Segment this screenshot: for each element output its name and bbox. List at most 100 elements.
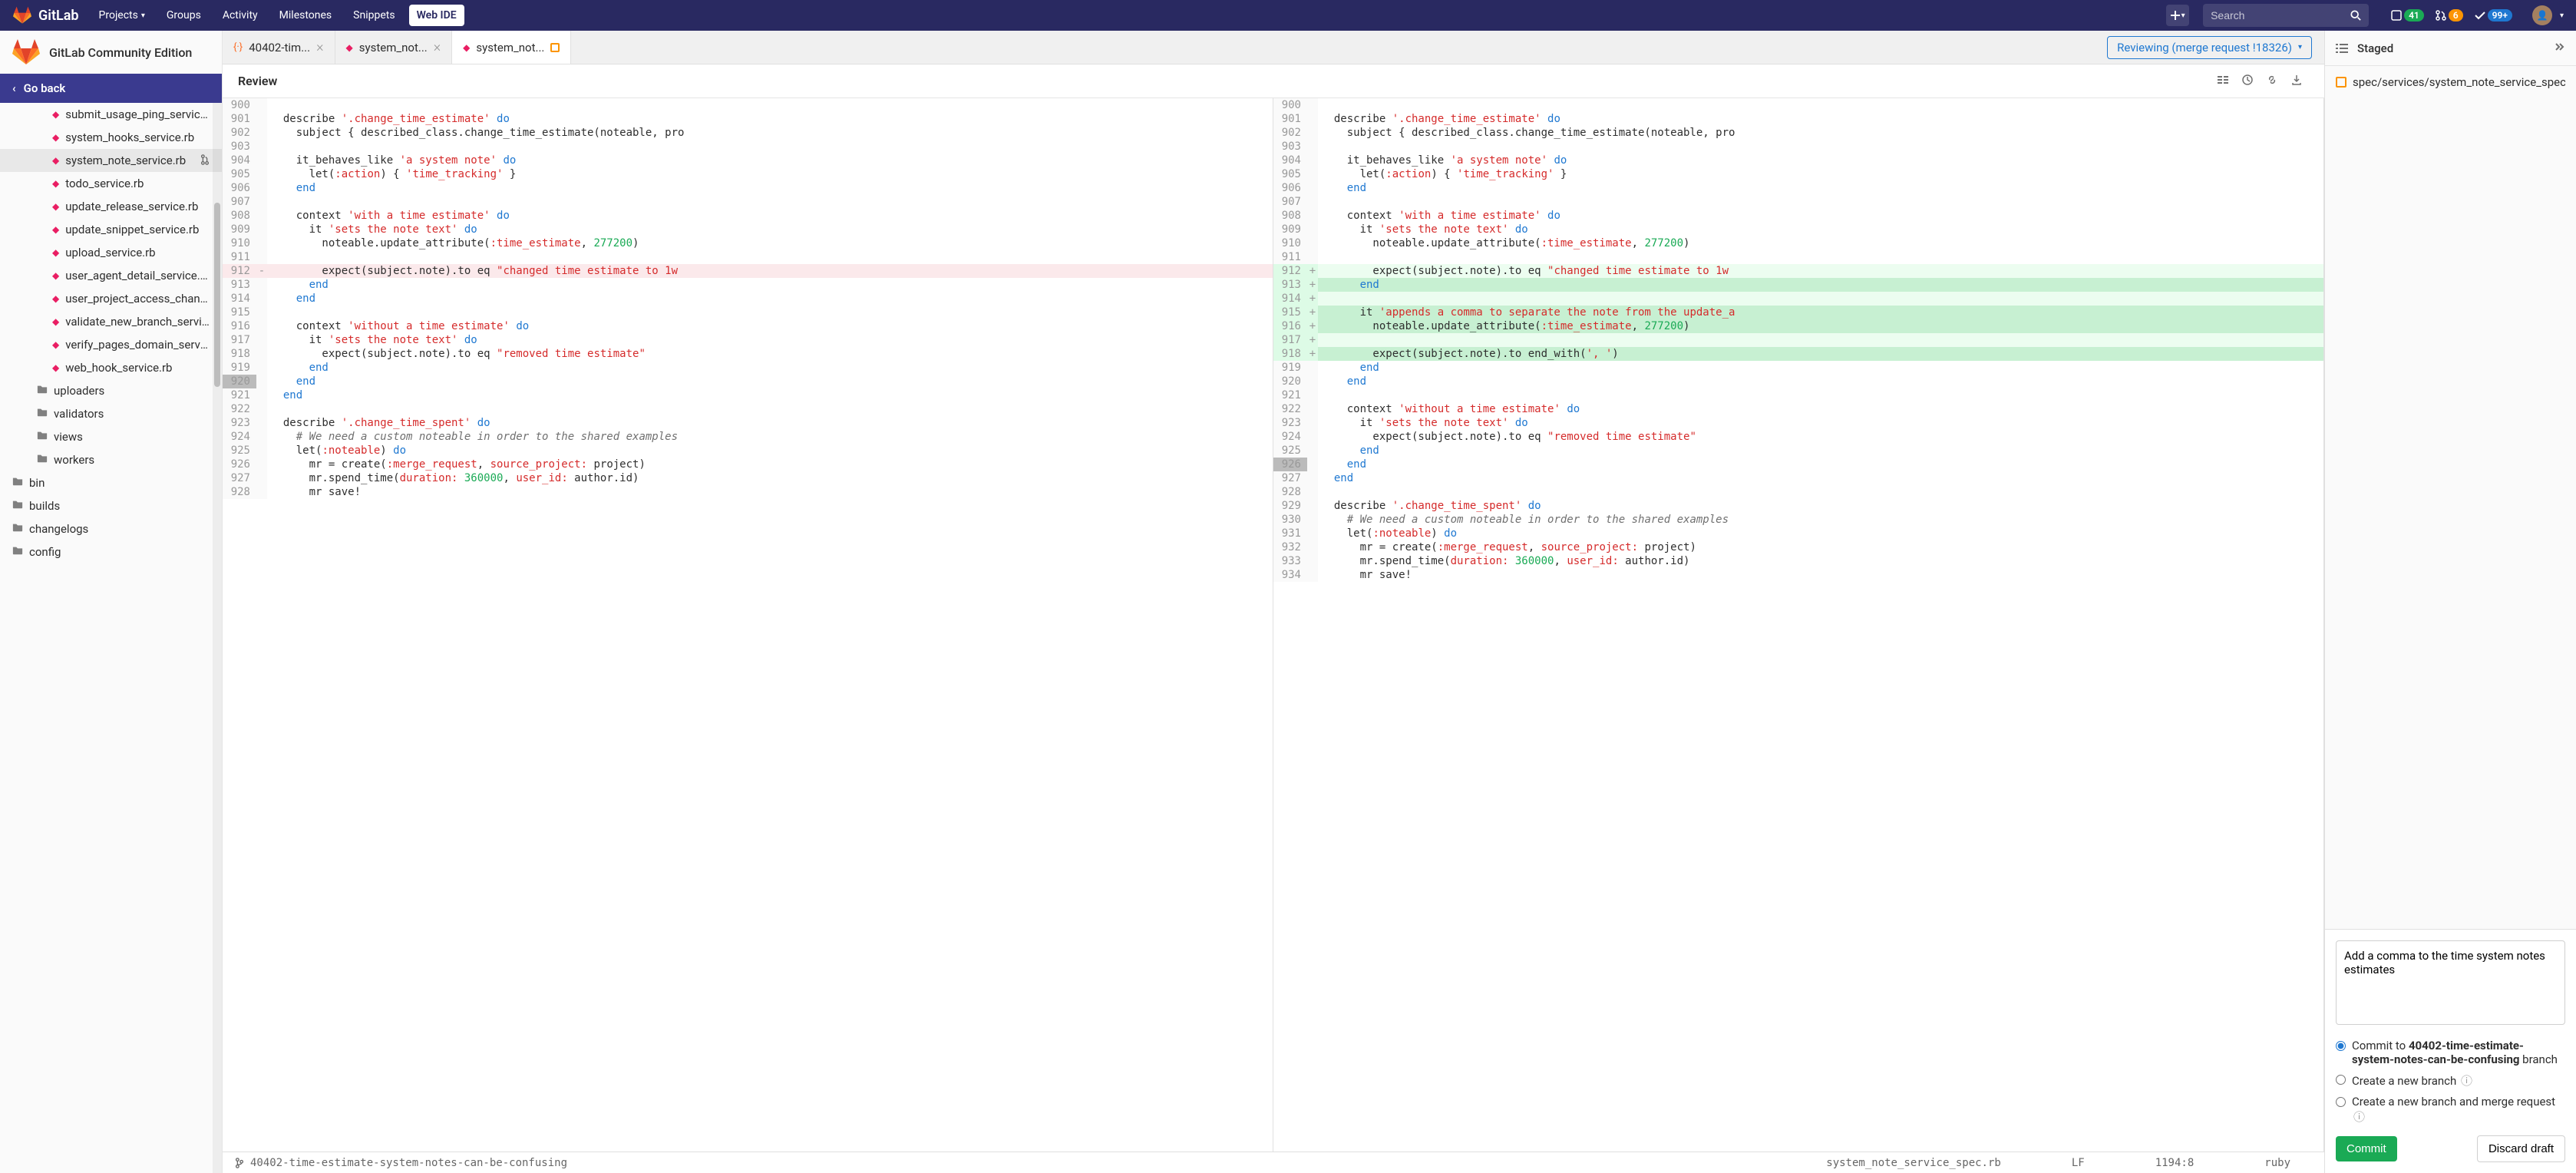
- history-icon[interactable]: [2235, 74, 2260, 89]
- nav-milestones[interactable]: Milestones: [272, 3, 340, 28]
- diff-line: 905 let(:action) { 'time_tracking' }: [1273, 167, 2323, 181]
- nav-snippets[interactable]: Snippets: [345, 3, 402, 28]
- diff-line: 918 expect(subject.note).to eq "removed …: [223, 347, 1273, 361]
- file-tree-item[interactable]: ◆web_hook_service.rb: [0, 356, 222, 379]
- file-tree-item[interactable]: bin: [0, 471, 222, 494]
- file-tree-item[interactable]: builds: [0, 494, 222, 517]
- diff-line: 927 mr.spend_time(duration: 360000, user…: [223, 471, 1273, 485]
- diff-view: 900901 describe '.change_time_estimate' …: [223, 98, 2324, 1152]
- diff-line: 909 it 'sets the note text' do: [223, 223, 1273, 236]
- download-icon[interactable]: [2284, 74, 2309, 89]
- sidebar: GitLab Community Edition ‹ Go back ◆subm…: [0, 31, 223, 1173]
- project-logo-icon: [12, 38, 40, 66]
- diff-line: 909 it 'sets the note text' do: [1273, 223, 2323, 236]
- diff-line: 901 describe '.change_time_estimate' do: [1273, 112, 2323, 126]
- staged-file-row[interactable]: spec/services/system_note_service_spec.r…: [2336, 75, 2565, 89]
- file-tree-item[interactable]: config: [0, 540, 222, 563]
- collapse-panel-icon[interactable]: [2553, 41, 2565, 56]
- file-tree-item[interactable]: ◆validate_new_branch_servic...: [0, 310, 222, 333]
- diff-line: 925 let(:noteable) do: [223, 444, 1273, 458]
- nav-groups[interactable]: Groups: [159, 3, 209, 28]
- diff-line: 917 it 'sets the note text' do: [223, 333, 1273, 347]
- search-icon: [2350, 10, 2361, 21]
- radio-commit-to-branch[interactable]: Commit to 40402-time-estimate-system-not…: [2336, 1039, 2565, 1066]
- commit-button[interactable]: Commit: [2336, 1136, 2397, 1161]
- diff-line: 921: [1273, 388, 2323, 402]
- diff-right[interactable]: 900901 describe '.change_time_estimate' …: [1273, 98, 2324, 1152]
- tree-scrollbar[interactable]: [213, 103, 222, 1173]
- file-tree-item[interactable]: ◆system_note_service.rb: [0, 149, 222, 172]
- commit-area: Commit to 40402-time-estimate-system-not…: [2325, 929, 2576, 1173]
- file-tree-item[interactable]: validators: [0, 402, 222, 425]
- diff-line: 906 end: [223, 181, 1273, 195]
- tree-toggle-icon[interactable]: [2211, 74, 2235, 89]
- file-tree-item[interactable]: ◆update_release_service.rb: [0, 195, 222, 218]
- ruby-icon: ◆: [463, 42, 470, 53]
- diff-line: 929 describe '.change_time_spent' do: [1273, 499, 2323, 513]
- file-tree-item[interactable]: ◆user_agent_detail_service.rb: [0, 264, 222, 287]
- commit-message-input[interactable]: [2336, 940, 2565, 1025]
- brand-label: GitLab: [38, 8, 79, 24]
- mrs-badge[interactable]: 6: [2430, 6, 2468, 25]
- diff-line: 920 end: [223, 375, 1273, 388]
- plus-dropdown[interactable]: ▾: [2166, 5, 2189, 26]
- editor-tab[interactable]: ◆system_not...×: [335, 31, 453, 64]
- diff-line: 934 mr save!: [1273, 568, 2323, 582]
- ruby-icon: ◆: [52, 362, 59, 373]
- file-tree[interactable]: ◆submit_usage_ping_service...◆system_hoo…: [0, 103, 222, 1173]
- file-tree-item[interactable]: ◆submit_usage_ping_service...: [0, 103, 222, 126]
- nav-links: Projects ▾ Groups Activity Milestones Sn…: [91, 3, 464, 28]
- search-input[interactable]: [2211, 9, 2350, 21]
- status-bar: 40402-time-estimate-system-notes-can-be-…: [223, 1152, 2324, 1173]
- file-tree-item[interactable]: workers: [0, 448, 222, 471]
- file-tree-item[interactable]: ◆update_snippet_service.rb: [0, 218, 222, 241]
- go-back-button[interactable]: ‹ Go back: [0, 74, 222, 103]
- diff-line: 915: [223, 306, 1273, 319]
- diff-line: 907: [1273, 195, 2323, 209]
- ruby-icon: ◆: [52, 155, 59, 166]
- diff-line: 926 mr = create(:merge_request, source_p…: [223, 458, 1273, 471]
- file-tree-item[interactable]: ◆upload_service.rb: [0, 241, 222, 264]
- diff-line: 910 noteable.update_attribute(:time_esti…: [223, 236, 1273, 250]
- nav-projects[interactable]: Projects ▾: [91, 3, 153, 28]
- search-box[interactable]: [2203, 4, 2369, 27]
- diff-line: 900: [223, 98, 1273, 112]
- file-tree-item[interactable]: ◆todo_service.rb: [0, 172, 222, 195]
- check-icon: [2474, 9, 2486, 21]
- radio-new-branch-mr[interactable]: Create a new branch and merge request ⓘ: [2336, 1095, 2565, 1125]
- radio-new-branch[interactable]: Create a new branch ⓘ: [2336, 1072, 2565, 1089]
- ruby-icon: ◆: [52, 270, 59, 281]
- ruby-icon: ◆: [52, 132, 59, 143]
- nav-activity[interactable]: Activity: [215, 3, 266, 28]
- discard-draft-button[interactable]: Discard draft: [2477, 1135, 2565, 1162]
- file-tree-item[interactable]: ◆verify_pages_domain_servic...: [0, 333, 222, 356]
- folder-icon: [12, 499, 23, 513]
- folder-icon: [12, 545, 23, 559]
- close-tab-icon[interactable]: ×: [434, 39, 441, 55]
- ruby-icon: ◆: [52, 201, 59, 212]
- diff-line: 903: [223, 140, 1273, 154]
- editor-tab[interactable]: {·}40402-tim...×: [223, 31, 335, 64]
- review-mode-dropdown[interactable]: Reviewing (merge request !18326) ▾: [2107, 36, 2312, 59]
- merge-request-icon: [200, 154, 210, 167]
- diff-line: 916 context 'without a time estimate' do: [223, 319, 1273, 333]
- link-icon[interactable]: [2260, 74, 2284, 89]
- webide-button[interactable]: Web IDE: [409, 5, 464, 26]
- file-tree-item[interactable]: uploaders: [0, 379, 222, 402]
- diff-left[interactable]: 900901 describe '.change_time_estimate' …: [223, 98, 1273, 1152]
- editor-tab[interactable]: ◆system_not...: [452, 31, 571, 64]
- file-tree-item[interactable]: ◆user_project_access_chang...: [0, 287, 222, 310]
- help-icon: ⓘ: [2353, 1110, 2365, 1124]
- file-tree-item[interactable]: views: [0, 425, 222, 448]
- todos-badge[interactable]: 99+: [2469, 6, 2517, 25]
- close-tab-icon[interactable]: ×: [316, 39, 323, 55]
- user-avatar[interactable]: 👤: [2532, 5, 2552, 25]
- diff-line: 912+ expect(subject.note).to eq "changed…: [1273, 264, 2323, 278]
- diff-line: 931 let(:noteable) do: [1273, 527, 2323, 540]
- diff-line: 914+: [1273, 292, 2323, 306]
- file-tree-item[interactable]: changelogs: [0, 517, 222, 540]
- folder-icon: [37, 384, 48, 398]
- issues-badge[interactable]: 41: [2386, 6, 2429, 25]
- diff-line: 919 end: [1273, 361, 2323, 375]
- file-tree-item[interactable]: ◆system_hooks_service.rb: [0, 126, 222, 149]
